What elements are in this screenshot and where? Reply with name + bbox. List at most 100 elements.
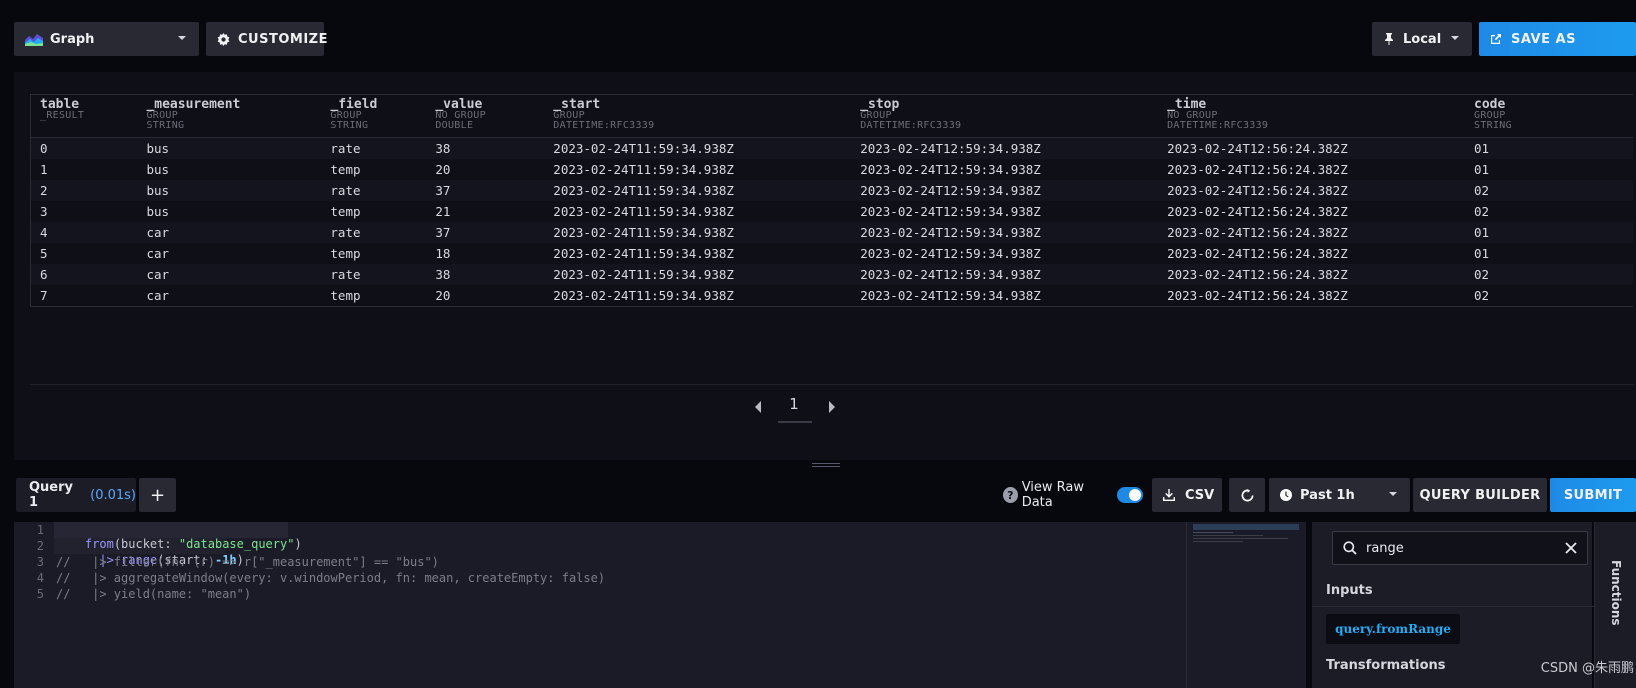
- export-icon: [1490, 33, 1502, 45]
- table-cell: 01: [1465, 159, 1633, 180]
- help-icon[interactable]: ?: [1003, 487, 1018, 503]
- code-line-5: // |> yield(name: "mean"): [56, 587, 252, 601]
- save-as-button[interactable]: SAVE AS: [1479, 22, 1636, 56]
- table-cell: 2023-02-24T12:56:24.382Z: [1158, 180, 1466, 201]
- column-header[interactable]: _stop GROUP DATETIME:RFC3339: [851, 94, 1159, 138]
- table-body: 0 bus rate 38 2023-02-24T11:59:34.938Z 2023-0…: [30, 137, 1633, 307]
- raw-data-toggle-group: ? View Raw Data: [1003, 480, 1143, 510]
- table-cell: 38: [426, 264, 545, 285]
- column-header[interactable]: _value NO GROUP DOUBLE: [426, 94, 545, 138]
- table-cell: 2023-02-24T12:59:34.938Z: [851, 243, 1159, 264]
- timezone-dropdown[interactable]: Local: [1372, 22, 1472, 56]
- table-cell: 2023-02-24T11:59:34.938Z: [544, 159, 852, 180]
- table-cell: 37: [426, 180, 545, 201]
- column-meta: _RESULT: [40, 110, 85, 121]
- table-cell: 2023-02-24T12:56:24.382Z: [1158, 201, 1466, 222]
- table-cell: 2023-02-24T12:56:24.382Z: [1158, 159, 1466, 180]
- table-cell: 18: [426, 243, 545, 264]
- function-item-label: query.fromRange: [1335, 622, 1451, 636]
- table-cell: 2023-02-24T12:59:34.938Z: [851, 264, 1159, 285]
- page-underline: [778, 421, 812, 423]
- table-cell: 02: [1465, 201, 1633, 222]
- time-range-dropdown[interactable]: Past 1h: [1269, 478, 1410, 512]
- customize-button[interactable]: CUSTOMIZE: [206, 22, 327, 56]
- table-cell: 2023-02-24T11:59:34.938Z: [544, 222, 852, 243]
- table-cell: 20: [426, 285, 545, 307]
- table-cell: 0: [30, 137, 138, 159]
- table-cell: 6: [30, 264, 138, 285]
- results-table: table _RESULT _measurement GROUP STRING _fiel…: [30, 94, 1633, 307]
- pin-icon: [1384, 33, 1394, 45]
- table-cell: 2023-02-24T12:59:34.938Z: [851, 285, 1159, 307]
- table-cell: 2023-02-24T11:59:34.938Z: [544, 264, 852, 285]
- inputs-section-header: Inputs: [1312, 573, 1594, 607]
- table-row: 3 bus temp 21 2023-02-24T11:59:34.938Z 2023-0…: [30, 201, 1633, 222]
- editor-minimap[interactable]: [1186, 522, 1306, 688]
- function-search-field[interactable]: range: [1332, 531, 1588, 565]
- table-cell: 2023-02-24T12:56:24.382Z: [1158, 243, 1466, 264]
- table-cell: temp: [321, 285, 427, 307]
- column-header[interactable]: _time NO GROUP DATETIME:RFC3339: [1158, 94, 1466, 138]
- table-row: 2 bus rate 37 2023-02-24T11:59:34.938Z 2023-0…: [30, 180, 1633, 201]
- query-editor[interactable]: 1 2 3 4 5 from(bucket: "database_query")…: [14, 522, 1186, 688]
- csv-button[interactable]: CSV: [1152, 478, 1222, 512]
- function-search-value: range: [1366, 541, 1404, 556]
- download-icon: [1163, 489, 1175, 501]
- table-cell: 2023-02-24T12:59:34.938Z: [851, 201, 1159, 222]
- table-cell: car: [137, 243, 322, 264]
- functions-side-tab-label: Functions: [1609, 560, 1623, 626]
- column-header[interactable]: _measurement GROUP STRING: [137, 94, 322, 138]
- table-cell: temp: [321, 243, 427, 264]
- line-number: 5: [36, 587, 44, 601]
- table-cell: car: [137, 264, 322, 285]
- table-cell: bus: [137, 201, 322, 222]
- column-header[interactable]: _start GROUP DATETIME:RFC3339: [544, 94, 852, 138]
- table-row: 1 bus temp 20 2023-02-24T11:59:34.938Z 2023-0…: [30, 159, 1633, 180]
- submit-button[interactable]: SUBMIT: [1550, 478, 1636, 512]
- table-cell: 01: [1465, 137, 1633, 159]
- table-cell: 2023-02-24T12:59:34.938Z: [851, 159, 1159, 180]
- refresh-button[interactable]: [1229, 478, 1265, 512]
- search-icon: [1343, 541, 1357, 559]
- resize-handle[interactable]: [812, 462, 840, 468]
- column-meta: DATETIME:RFC3339: [860, 120, 962, 131]
- table-cell: 01: [1465, 222, 1633, 243]
- column-header[interactable]: table _RESULT: [30, 94, 138, 138]
- function-item[interactable]: query.fromRange: [1326, 614, 1460, 644]
- query-builder-button[interactable]: QUERY BUILDER: [1413, 478, 1547, 512]
- view-type-label: Graph: [50, 31, 95, 47]
- table-cell: 20: [426, 159, 545, 180]
- clock-icon: [1280, 489, 1292, 501]
- table-cell: 02: [1465, 264, 1633, 285]
- column-meta: STRING: [1474, 120, 1512, 131]
- transformations-section-header: Transformations: [1326, 658, 1526, 678]
- column-header[interactable]: _field GROUP STRING: [321, 94, 427, 138]
- column-name: _start: [553, 97, 601, 112]
- close-icon[interactable]: [1565, 542, 1577, 558]
- table-cell: 2023-02-24T11:59:34.938Z: [544, 285, 852, 307]
- line-number: 2: [36, 539, 44, 553]
- table-cell: temp: [321, 201, 427, 222]
- query-tab[interactable]: Query 1 (0.01s): [16, 478, 136, 512]
- table-row: 6 car rate 38 2023-02-24T11:59:34.938Z 2023-0…: [30, 264, 1633, 285]
- table-header-row: table _RESULT _measurement GROUP STRING _fiel…: [30, 94, 1633, 138]
- page-next-icon[interactable]: [827, 400, 841, 414]
- table-cell: 2023-02-24T12:56:24.382Z: [1158, 222, 1466, 243]
- add-query-button[interactable]: +: [139, 478, 176, 512]
- table-cell: 37: [426, 222, 545, 243]
- table-cell: 1: [30, 159, 138, 180]
- code-line-4: // |> aggregateWindow(every: v.windowPer…: [56, 571, 606, 585]
- column-meta: STRING: [330, 120, 369, 131]
- raw-data-toggle[interactable]: [1117, 487, 1143, 503]
- table-cell: 7: [30, 285, 138, 307]
- page-number[interactable]: 1: [780, 395, 808, 417]
- table-cell: car: [137, 222, 322, 243]
- view-type-dropdown[interactable]: Graph: [14, 22, 199, 56]
- page-prev-icon[interactable]: [753, 400, 767, 414]
- customize-label: CUSTOMIZE: [238, 31, 328, 47]
- code-token: ): [294, 537, 302, 551]
- line-number: 1: [36, 523, 44, 537]
- column-header[interactable]: code GROUP STRING: [1465, 94, 1633, 138]
- query-builder-label: QUERY BUILDER: [1419, 487, 1541, 503]
- column-meta: DOUBLE: [435, 120, 474, 131]
